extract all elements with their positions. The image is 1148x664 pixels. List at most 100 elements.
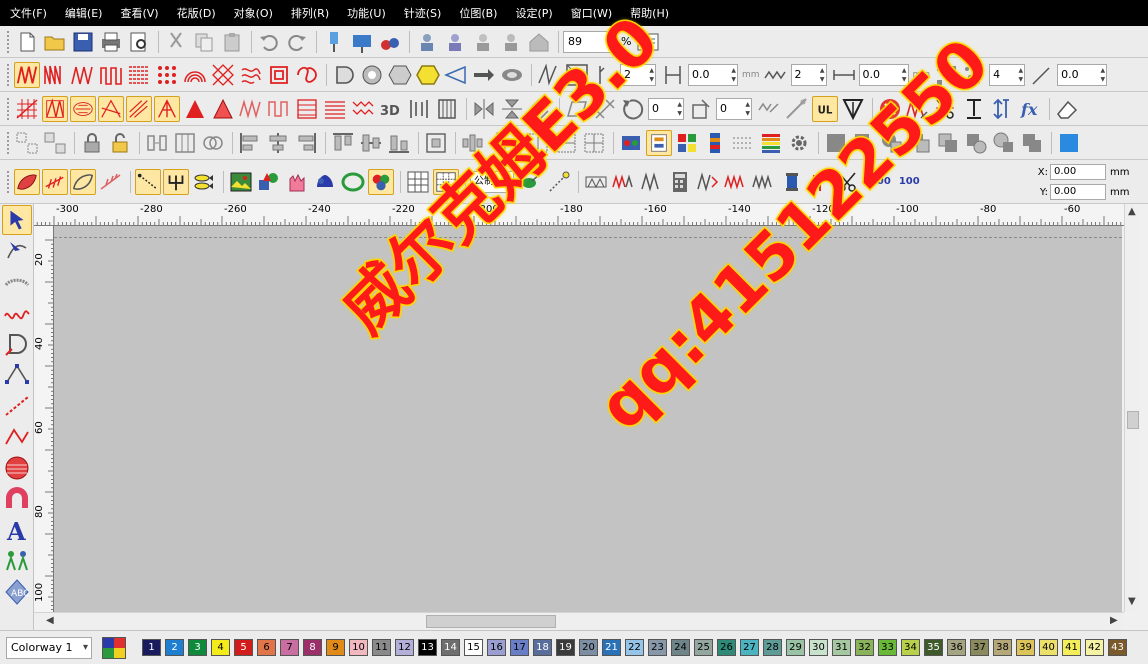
trident-icon[interactable]	[163, 168, 189, 195]
thread-swatch[interactable]: 1	[142, 639, 161, 656]
travel-stitch-icon[interactable]	[611, 169, 637, 195]
menu-item[interactable]: 查看(V)	[120, 5, 158, 21]
thread-swatch[interactable]: 22	[625, 639, 644, 656]
thread-swatch[interactable]: 9	[326, 639, 345, 656]
wave-stitch-icon[interactable]	[639, 169, 665, 195]
thread-swatch[interactable]: 42	[1085, 639, 1104, 656]
save-icon[interactable]	[70, 29, 96, 55]
open-folder-icon[interactable]	[42, 29, 68, 55]
arch-icon[interactable]	[2, 484, 32, 514]
thread-swatch[interactable]: 20	[579, 639, 598, 656]
branch-icon[interactable]	[98, 169, 124, 195]
toolbar-grip[interactable]	[7, 30, 11, 53]
step-stitch-icon[interactable]	[98, 62, 124, 88]
zigzag-red-icon[interactable]	[723, 169, 749, 195]
circle-fill-icon[interactable]	[2, 453, 32, 483]
shape-hexagon-icon[interactable]	[387, 62, 413, 88]
satin-stitch-icon[interactable]	[14, 61, 40, 88]
color-film-icon[interactable]	[618, 130, 644, 156]
thread-swatch[interactable]: 12	[395, 639, 414, 656]
team-names-icon[interactable]: ABC	[2, 577, 32, 607]
vertical-scrollbar[interactable]: ▲ ▼	[1124, 204, 1140, 612]
triangle-outline-icon[interactable]	[210, 96, 236, 122]
shape-circle-icon[interactable]	[359, 62, 385, 88]
thread-swatch[interactable]: 33	[878, 639, 897, 656]
unlock-icon[interactable]	[107, 130, 133, 156]
thread-swatch[interactable]: 25	[694, 639, 713, 656]
turning-satin-icon[interactable]	[126, 95, 152, 122]
thread-swatch[interactable]: 29	[786, 639, 805, 656]
slant-icon[interactable]	[688, 96, 714, 122]
thread-swatch[interactable]: 2	[165, 639, 184, 656]
color-object-list-icon[interactable]	[646, 129, 672, 156]
feather-satin-icon[interactable]	[42, 168, 68, 195]
ungroup-icon[interactable]	[42, 130, 68, 156]
shapes-color-icon[interactable]	[256, 169, 282, 195]
break-apart-icon[interactable]	[144, 130, 170, 156]
rainbow-list-icon[interactable]	[758, 130, 784, 156]
monogram-people-icon[interactable]	[2, 546, 32, 576]
dotted-list-icon[interactable]	[730, 130, 756, 156]
thread-swatch[interactable]: 41	[1062, 639, 1081, 656]
print-icon[interactable]	[98, 29, 124, 55]
polyline-icon[interactable]	[2, 422, 32, 452]
group-icon[interactable]	[14, 130, 40, 156]
dot-angle-spin[interactable]: 0.0	[1057, 63, 1108, 86]
horizontal-scroll-thumb[interactable]	[426, 615, 556, 628]
height-adjust-icon[interactable]	[989, 96, 1015, 122]
scroll-left-icon[interactable]: ◀	[46, 615, 54, 626]
thread-swatch[interactable]: 8	[303, 639, 322, 656]
toolbar-grip[interactable]	[7, 63, 11, 86]
scroll-up-icon[interactable]: ▲	[1128, 206, 1136, 217]
thread-swatch[interactable]: 31	[832, 639, 851, 656]
run-length-icon[interactable]	[831, 62, 857, 88]
underlay-icon[interactable]: UL	[812, 95, 838, 122]
leaf-outline-icon[interactable]	[70, 168, 96, 195]
thread-swatch[interactable]: 40	[1039, 639, 1058, 656]
cut-icon[interactable]	[163, 29, 189, 55]
fish-motif-icon[interactable]	[191, 169, 217, 195]
stipple-fill-icon[interactable]	[294, 62, 320, 88]
thread-swatch[interactable]: 39	[1016, 639, 1035, 656]
align-center-icon[interactable]	[265, 130, 291, 156]
align-middle-icon[interactable]	[358, 130, 384, 156]
y-coordinate-field[interactable]: 0.00	[1050, 184, 1106, 200]
toolbar-grip[interactable]	[7, 170, 11, 193]
run-wave-icon[interactable]	[2, 298, 32, 328]
3d-text-icon[interactable]: 3D	[378, 96, 404, 122]
motif-fill-icon[interactable]	[238, 62, 264, 88]
function-icon[interactable]: fx	[1017, 96, 1043, 122]
eraser-icon[interactable]	[1054, 96, 1080, 122]
stitch-spacing-spin[interactable]: 0.0	[688, 63, 738, 86]
import-design-icon[interactable]	[321, 29, 347, 55]
undo-icon[interactable]	[256, 29, 282, 55]
thread-swatch[interactable]: 37	[970, 639, 989, 656]
needle-icon[interactable]	[784, 96, 810, 122]
thread-swatch[interactable]: 5	[234, 639, 253, 656]
print-preview-icon[interactable]	[126, 29, 152, 55]
thread-swatch[interactable]: 11	[372, 639, 391, 656]
menu-item[interactable]: 文件(F)	[10, 5, 47, 21]
thread-swatch[interactable]: 16	[487, 639, 506, 656]
vertical-scroll-thumb[interactable]	[1127, 411, 1139, 429]
thread-swatch[interactable]: 3	[188, 639, 207, 656]
color-balls-icon[interactable]	[368, 168, 394, 195]
thread-swatch[interactable]: 21	[602, 639, 621, 656]
send-to-machine-icon[interactable]	[349, 29, 375, 55]
thread-swatch[interactable]: 35	[924, 639, 943, 656]
step-satin-icon[interactable]	[266, 96, 292, 122]
zigzag-gray-icon[interactable]	[751, 169, 777, 195]
thread-swatch[interactable]: 18	[533, 639, 552, 656]
shape-d-icon[interactable]	[331, 62, 357, 88]
new-file-icon[interactable]	[14, 29, 40, 55]
shape-triangle-icon[interactable]	[443, 62, 469, 88]
arc-stitch-icon[interactable]	[2, 267, 32, 297]
contour-fill-icon[interactable]	[182, 62, 208, 88]
shape-front-minus-icon[interactable]	[991, 130, 1017, 156]
thread-swatch[interactable]: 36	[947, 639, 966, 656]
user-edit-icon[interactable]	[470, 29, 496, 55]
lines-fill-icon[interactable]	[322, 96, 348, 122]
menu-item[interactable]: 针迹(S)	[404, 5, 442, 21]
palette-editor-icon[interactable]	[102, 636, 126, 659]
applique-icon[interactable]	[312, 169, 338, 195]
